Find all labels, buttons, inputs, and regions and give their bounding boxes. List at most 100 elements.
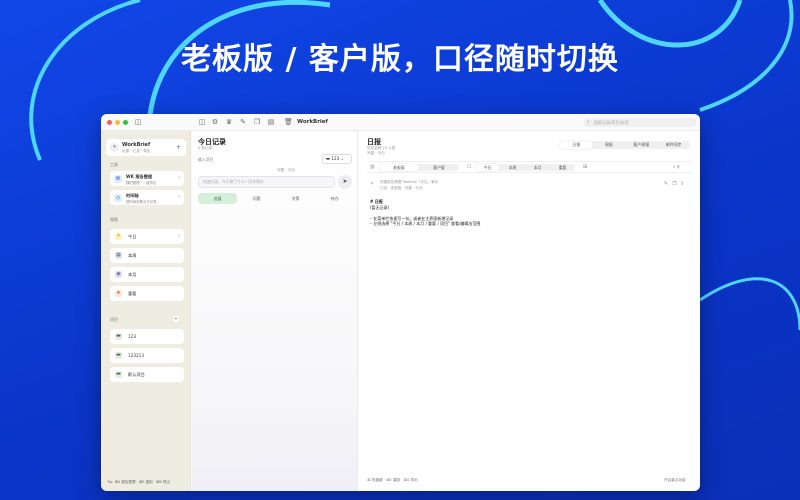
report-content: # 日报 (暂无记录) – 在菜单栏快速写一句，或者在主界面新增记录 – 左侧选… <box>370 199 480 227</box>
footer-action[interactable]: 开启重点功能 <box>664 478 686 483</box>
summary-line-1: 完善报告摘要 WeBrief「今日」事件 <box>380 180 439 184</box>
chevron-right-icon: › <box>178 233 180 239</box>
document-icon[interactable]: ▤ <box>267 118 275 126</box>
window-controls <box>107 120 128 125</box>
checkbox-icon[interactable]: ☐ <box>467 164 471 170</box>
sidebar-item-important[interactable]: ★ 重要 <box>110 286 184 301</box>
search-input[interactable]: ⌕ 搜索记录/项目/标签 <box>584 118 696 127</box>
close-button[interactable] <box>107 120 112 125</box>
today-records-panel: 今日记录 0 条记录 输入项目 ▬ 123 ⌄ 完善 · 今日 快速记录，今天做… <box>192 131 358 491</box>
crown-icon[interactable]: ♛ <box>225 118 233 126</box>
category-progress[interactable]: 进展 <box>198 193 237 204</box>
send-button[interactable]: ➤ <box>338 175 352 189</box>
tab-week[interactable]: 本周 <box>500 164 525 171</box>
clock-icon: ◷ <box>114 193 122 202</box>
calendar-icon: ▦ <box>115 252 122 259</box>
report-icon: ⌘ <box>114 174 122 183</box>
tab-client-weekly[interactable]: 客户周报 <box>625 141 658 149</box>
tool-desc: 随时整理 · 一键导出 <box>126 180 157 185</box>
sidebar-item-label: 本周 <box>128 253 137 258</box>
sidebar-item-label: 今日 <box>128 234 137 239</box>
audience-mode-tabs: 老板版 客户版 <box>379 164 459 171</box>
edit-icon[interactable]: ✎ <box>664 181 668 187</box>
sidebar-item-project[interactable]: ▬ 123213 <box>110 348 184 363</box>
minimize-button[interactable] <box>115 120 120 125</box>
tool-item-report[interactable]: ⌘ WK 报告整理 随时整理 · 一键导出 › <box>110 171 184 186</box>
tool-desc: 按时间查看今日记录 <box>126 199 157 204</box>
chevron-right-icon: › <box>178 175 180 181</box>
titlebar: ◫ ◫ ⚙ ♛ ✎ ❐ ▤ 🗑 WorkBrief ⌕ 搜索记录/项目/标签 <box>101 114 700 131</box>
trash-icon[interactable]: 🗑 <box>284 118 293 126</box>
sidebar-item-project[interactable]: ▬ 默认项目 <box>110 367 184 382</box>
range-tabs: 今日 本周 本月 重要 <box>475 164 575 171</box>
tab-today[interactable]: 今日 <box>475 164 500 171</box>
sidebar-item-label: 123 <box>128 334 136 339</box>
folder-icon: ▬ <box>115 371 122 378</box>
layout-icon[interactable]: ▥ <box>370 164 375 170</box>
gear-icon[interactable]: ⚙ <box>211 118 219 126</box>
app-window: ◫ ◫ ⚙ ♛ ✎ ❐ ▤ 🗑 WorkBrief ⌕ 搜索记录/项目/标签 ✦… <box>101 114 700 491</box>
report-type-tabs: 日报 周报 客户周报 邮件同步 <box>560 141 690 149</box>
sidebar-item-today[interactable]: ☀ 今日 › <box>110 229 184 244</box>
add-icon[interactable]: + <box>176 144 181 151</box>
pencil-icon[interactable]: ✎ <box>239 118 247 126</box>
sidebar-item-week[interactable]: ▦ 本周 <box>110 248 184 263</box>
tab-daily[interactable]: 日报 <box>560 141 593 149</box>
category-todo[interactable]: 待办 <box>315 193 354 204</box>
chevron-down-icon: ⌄ <box>339 156 345 161</box>
copy-icon[interactable]: ❐ <box>672 181 676 187</box>
section-projects-label: 项目 <box>110 317 118 322</box>
record-count: 0 条记录 <box>198 146 213 150</box>
sidebar-item-project[interactable]: ▬ 123 <box>110 329 184 344</box>
month-icon: ◉ <box>115 271 122 278</box>
sparkle-icon: ✧ <box>370 181 375 187</box>
section-tools-label: 工具 <box>110 162 118 167</box>
sidebar-toggle-icon[interactable]: ◫ <box>134 118 142 126</box>
headline: 老板版 / 客户版，口径随时切换 <box>181 42 619 77</box>
sidebar: ✦ WorkBrief 记录 · 汇总 · 导出 + 工具 ⌘ WK 报告整理 … <box>101 131 191 491</box>
app-logo-icon: ✦ <box>110 143 119 152</box>
folder-icon: ▬ <box>115 333 122 340</box>
tab-month[interactable]: 本月 <box>525 164 550 171</box>
app-name: WorkBrief <box>297 119 328 125</box>
grid-icon[interactable]: ⊞ <box>583 164 587 170</box>
category-selector: 进展 问题 决策 待办 <box>198 193 354 204</box>
sidebar-item-label: 重要 <box>128 291 137 296</box>
tab-email-sync[interactable]: 邮件同步 <box>658 141 691 149</box>
quick-record-input[interactable]: 快速记录，今天做了什么？回车保存 <box>198 176 335 188</box>
tool-item-timeline[interactable]: ◷ 时间轴 按时间查看今日记录 › <box>110 190 184 205</box>
sun-icon: ☀ <box>115 233 122 240</box>
tab-weekly[interactable]: 周报 <box>593 141 626 149</box>
category-issue[interactable]: 问题 <box>237 193 276 204</box>
copy-icon[interactable]: ❐ <box>253 118 261 126</box>
sidebar-tip: Tip: ⌘K 报告整理 · ⌘E 重制 · ⌘B 导出 <box>107 480 170 484</box>
star-icon: ★ <box>115 290 122 297</box>
tab-client-version[interactable]: 客户版 <box>419 164 459 171</box>
brand-subtitle: 记录 · 汇总 · 导出 <box>122 149 151 153</box>
brand-card[interactable]: ✦ WorkBrief 记录 · 汇总 · 导出 + <box>106 139 186 156</box>
tab-important[interactable]: 重要 <box>550 164 575 171</box>
sidebar-toggle-icon-2[interactable]: ◫ <box>198 118 206 126</box>
search-placeholder: 搜索记录/项目/标签 <box>594 120 629 125</box>
search-icon: ⌕ <box>587 119 590 125</box>
report-panel: 日报 项目名称 | 0 人数 完善 · 今日 日报 周报 客户周报 邮件同步 ▥… <box>359 131 700 491</box>
project-select[interactable]: ▬ 123 ⌄ <box>322 154 352 164</box>
zoom-button[interactable] <box>123 120 128 125</box>
content-line: – 左侧选择 "今日 / 本周 / 本月 / 重要 / 项目" 查看/编辑出范围 <box>370 221 481 226</box>
section-views-label: 视图 <box>110 217 118 222</box>
summary-line-2: 口径 · 老板版 · 完善 · 今日 <box>380 186 423 190</box>
project-field-label: 输入项目 <box>198 157 214 162</box>
share-icon[interactable]: ⇪ <box>680 181 684 187</box>
count-label: 0 条 <box>673 165 681 169</box>
sidebar-item-month[interactable]: ◉ 本月 <box>110 267 184 282</box>
category-decision[interactable]: 决策 <box>276 193 315 204</box>
sidebar-item-label: 默认项目 <box>128 372 145 377</box>
chevron-right-icon: › <box>178 194 180 200</box>
scope-hint: 完善 · 今日 <box>277 168 295 172</box>
add-project-button[interactable]: + <box>173 316 179 322</box>
folder-icon: ▬ <box>115 352 122 359</box>
brand-title: WorkBrief <box>122 142 151 148</box>
tab-boss-version[interactable]: 老板版 <box>379 164 419 171</box>
report-scope: 完善 · 今日 <box>367 151 385 155</box>
sidebar-item-label: 本月 <box>128 272 137 277</box>
